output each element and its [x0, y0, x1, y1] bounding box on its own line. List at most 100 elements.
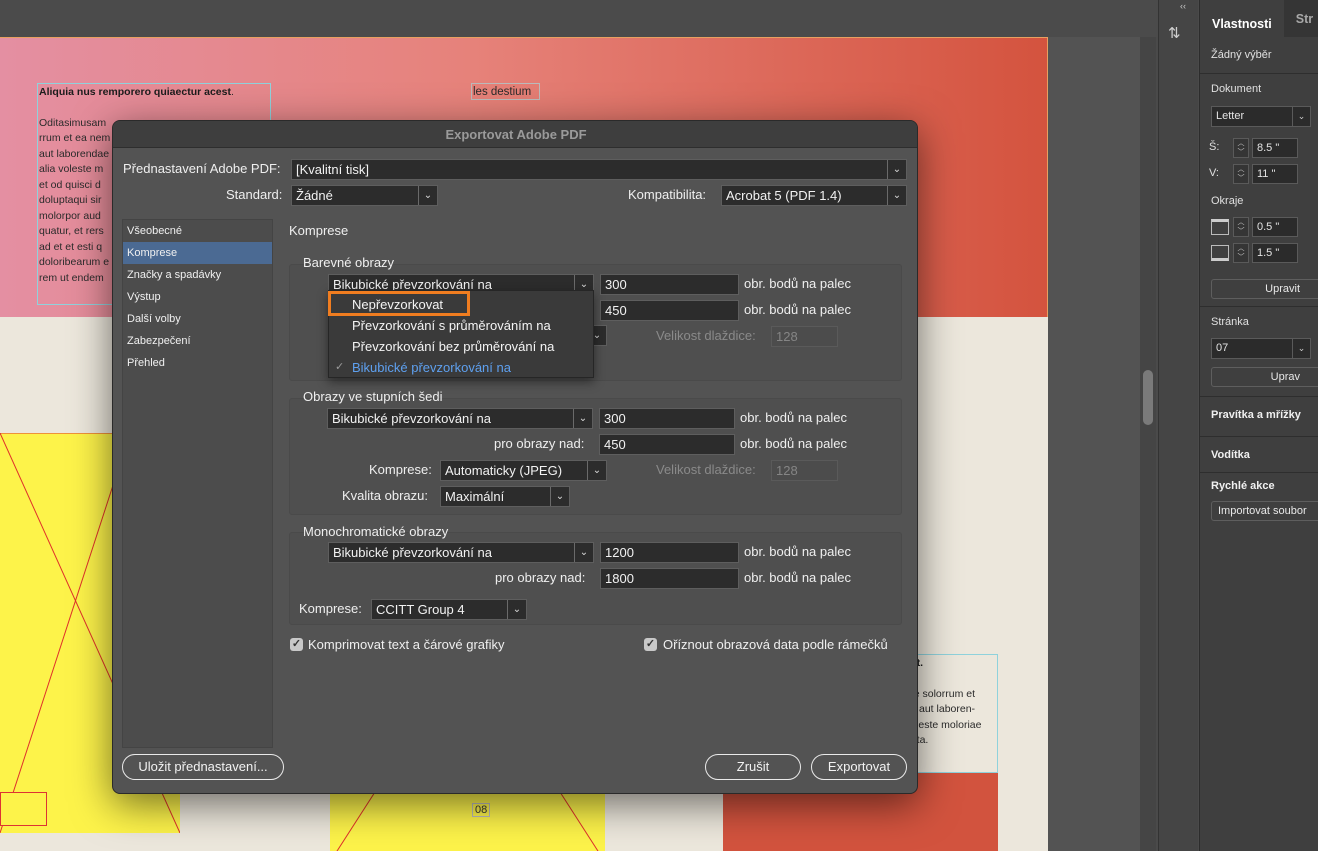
mono-ppi-unit: obr. bodů na palec: [744, 544, 851, 559]
gray-quality-value: Maximální: [445, 489, 505, 504]
category-summary[interactable]: Přehled: [123, 352, 272, 374]
category-output[interactable]: Výstup: [123, 286, 272, 308]
divider: [1200, 472, 1318, 473]
width-label: Š:: [1209, 141, 1220, 153]
guides-section[interactable]: Vodítka: [1211, 449, 1250, 461]
standard-select[interactable]: Žádné ⌄: [291, 185, 438, 206]
highlight-box: [328, 291, 470, 316]
scrollbar-thumb[interactable]: [1143, 370, 1153, 425]
divider: [1200, 396, 1318, 397]
mono-resample-value: Bikubické převzorkování na: [333, 545, 492, 560]
properties-panel: Vlastnosti Str Žádný výběr Dokument Lett…: [1199, 0, 1318, 851]
height-stepper[interactable]: ︿ ﹀: [1233, 164, 1249, 184]
dialog-title: Exportovat Adobe PDF: [113, 121, 917, 148]
compatibility-value: Acrobat 5 (PDF 1.4): [726, 188, 842, 203]
tab-pages[interactable]: Str: [1284, 0, 1313, 43]
mono-images-title: Monochromatické obrazy: [303, 524, 449, 539]
color-ppi-unit: obr. bodů na palec: [744, 276, 851, 291]
category-list: Všeobecné Komprese Značky a spadávky Výs…: [122, 219, 273, 748]
height-field[interactable]: 11 ": [1252, 164, 1298, 184]
compatibility-select[interactable]: Acrobat 5 (PDF 1.4) ⌄: [721, 185, 907, 206]
quick-actions-heading: Rychlé akce: [1211, 480, 1275, 492]
gray-compression-select[interactable]: Automaticky (JPEG) ⌄: [440, 460, 607, 481]
category-general[interactable]: Všeobecné: [123, 220, 272, 242]
color-tile-field[interactable]: 128: [771, 326, 838, 347]
page-select-value: 07: [1216, 342, 1229, 354]
category-security[interactable]: Zabezpečení: [123, 330, 272, 352]
text-frame-2[interactable]: les destium: [471, 83, 540, 100]
category-advanced[interactable]: Další volby: [123, 308, 272, 330]
compress-text-checkbox[interactable]: ✓: [290, 638, 303, 651]
save-preset-button[interactable]: Uložit přednastavení...: [122, 754, 284, 780]
chevron-down-icon: ⌄: [887, 160, 906, 179]
gray-ppi-unit: obr. bodů na palec: [740, 410, 847, 425]
margin-bottom-field[interactable]: 1.5 ": [1252, 243, 1298, 263]
gray-above-field[interactable]: 450: [599, 434, 735, 455]
collapse-panels-icon[interactable]: ‹‹: [1180, 1, 1186, 11]
edit-margins-button[interactable]: Upravit: [1211, 279, 1318, 299]
panel-dock-strip: [1158, 0, 1198, 851]
rulers-grids-section[interactable]: Pravítka a mřížky: [1211, 409, 1301, 421]
gray-tile-field[interactable]: 128: [771, 460, 838, 481]
menu-item-average[interactable]: Převzorkování s průměrováním na: [329, 315, 595, 336]
gray-ppi-field[interactable]: 300: [599, 408, 735, 429]
vertical-scrollbar[interactable]: [1140, 37, 1156, 851]
pages-panel-icon[interactable]: ⇅: [1168, 24, 1181, 42]
chevron-down-icon: ⌄: [507, 600, 526, 619]
color-above-unit: obr. bodů na palec: [744, 302, 851, 317]
divider: [1200, 436, 1318, 437]
menu-item-subsample[interactable]: Převzorkování bez průměrování na: [329, 336, 595, 357]
height-label: V:: [1209, 167, 1219, 179]
page-size-value: Letter: [1216, 110, 1245, 122]
standard-label: Standard:: [226, 187, 283, 202]
export-button[interactable]: Exportovat: [811, 754, 907, 780]
edit-page-button[interactable]: Uprav: [1211, 367, 1318, 387]
color-tile-label: Velikost dlaždice:: [656, 328, 756, 343]
color-above-field[interactable]: 450: [600, 300, 739, 321]
yellow-square: [0, 792, 47, 826]
mono-compression-select[interactable]: CCITT Group 4 ⌄: [371, 599, 527, 620]
crop-image-label: Oříznout obrazová data podle rámečků: [663, 637, 888, 652]
margin-top-stepper[interactable]: ︿ ﹀: [1233, 217, 1249, 237]
margin-top-icon: [1211, 219, 1229, 235]
page-size-select[interactable]: Letter ⌄: [1211, 106, 1311, 127]
width-stepper[interactable]: ︿ ﹀: [1233, 138, 1249, 158]
mono-resample-select[interactable]: Bikubické převzorkování na ⌄: [328, 542, 594, 563]
mono-above-field[interactable]: 1800: [600, 568, 739, 589]
mono-above-unit: obr. bodů na palec: [744, 570, 851, 585]
category-marks-bleeds[interactable]: Značky a spadávky: [123, 264, 272, 286]
crop-image-checkbox[interactable]: ✓: [644, 638, 657, 651]
color-images-title: Barevné obrazy: [303, 255, 395, 270]
chevron-down-icon: ⌄: [587, 461, 606, 480]
preset-label: Přednastavení Adobe PDF:: [123, 161, 281, 176]
mono-ppi-field[interactable]: 1200: [600, 542, 739, 563]
frame2-text: les destium: [473, 86, 532, 98]
cancel-button[interactable]: Zrušit: [705, 754, 801, 780]
import-file-button[interactable]: Importovat soubor: [1211, 501, 1318, 521]
page-heading: Stránka: [1211, 316, 1249, 328]
panel-tabs: Vlastnosti Str: [1200, 0, 1318, 37]
application-bar: [0, 0, 1158, 37]
gray-quality-select[interactable]: Maximální ⌄: [440, 486, 570, 507]
width-field[interactable]: 8.5 ": [1252, 138, 1298, 158]
color-ppi-field[interactable]: 300: [600, 274, 739, 295]
chevron-down-icon: ⌄: [574, 543, 593, 562]
tab-properties[interactable]: Vlastnosti: [1200, 0, 1284, 37]
menu-item-bicubic[interactable]: ✓ Bikubické převzorkování na: [329, 357, 595, 378]
margin-bottom-icon: [1211, 245, 1229, 261]
document-heading: Dokument: [1211, 83, 1262, 95]
menu-item-bicubic-label: Bikubické převzorkování na: [352, 360, 511, 375]
category-compression[interactable]: Komprese: [123, 242, 272, 264]
preset-select[interactable]: [Kvalitní tisk] ⌄: [291, 159, 907, 180]
margin-bottom-stepper[interactable]: ︿ ﹀: [1233, 243, 1249, 263]
page-number: 08: [472, 803, 491, 817]
gray-resample-select[interactable]: Bikubické převzorkování na ⌄: [327, 408, 593, 429]
gray-images-title: Obrazy ve stupních šedi: [303, 389, 443, 404]
margin-top-field[interactable]: 0.5 ": [1252, 217, 1298, 237]
gray-tile-label: Velikost dlaždice:: [656, 462, 756, 477]
gray-compression-label: Komprese:: [369, 462, 432, 477]
page-select[interactable]: 07 ⌄: [1211, 338, 1311, 359]
chevron-down-icon: ⌄: [1292, 339, 1310, 358]
gray-quality-label: Kvalita obrazu:: [342, 488, 428, 503]
frame3-line: us aut laboren-: [905, 703, 976, 715]
